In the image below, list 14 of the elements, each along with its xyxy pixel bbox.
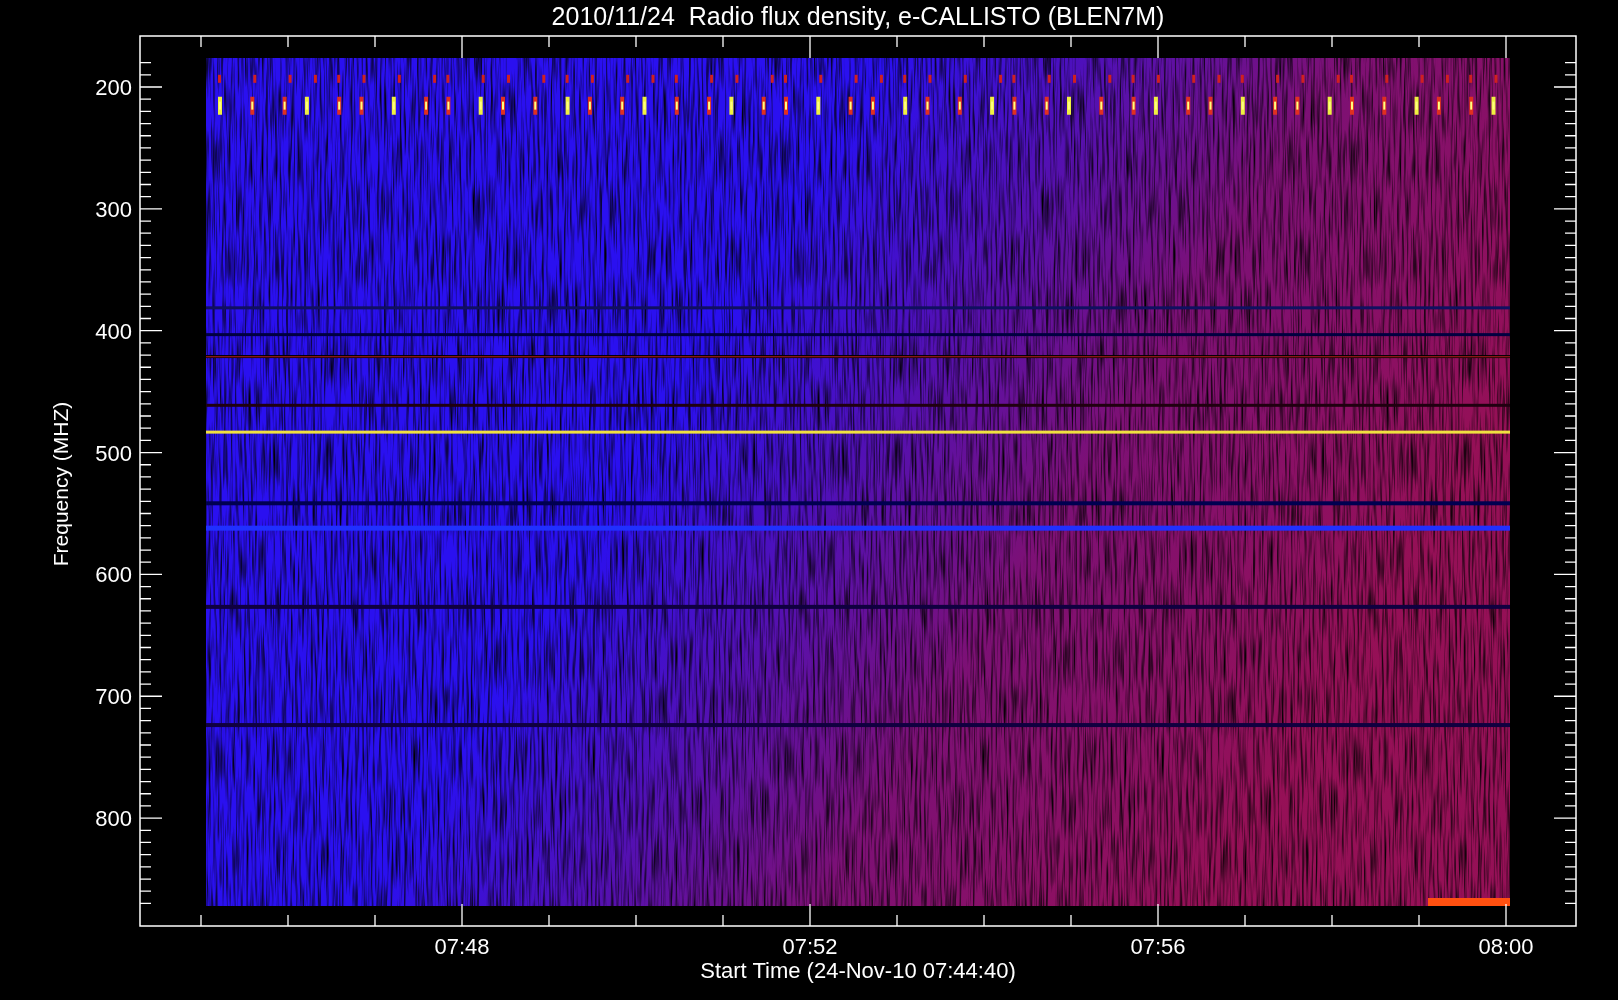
tick-label: 300 (95, 196, 132, 222)
tick-label: 200 (95, 75, 132, 100)
tick-label: 500 (95, 440, 132, 466)
tick-label: 600 (95, 562, 132, 588)
chart-title: 2010/11/24 Radio flux density, e-CALLISTO (BLEN7M) (550, 1, 1166, 32)
tick-label: 700 (95, 684, 132, 710)
tick-label: 07:52 (782, 934, 838, 959)
tick-label: 07:48 (434, 934, 490, 959)
tick-label: 08:00 (1478, 934, 1534, 959)
axis-title: Frequency (MHZ) (49, 401, 72, 567)
tick-label: 800 (95, 806, 132, 832)
tick-label: 400 (95, 318, 132, 344)
axis-title: Start Time (24-Nov-10 07:44:40) (700, 958, 1016, 983)
tick-label: 07:56 (1130, 934, 1186, 959)
